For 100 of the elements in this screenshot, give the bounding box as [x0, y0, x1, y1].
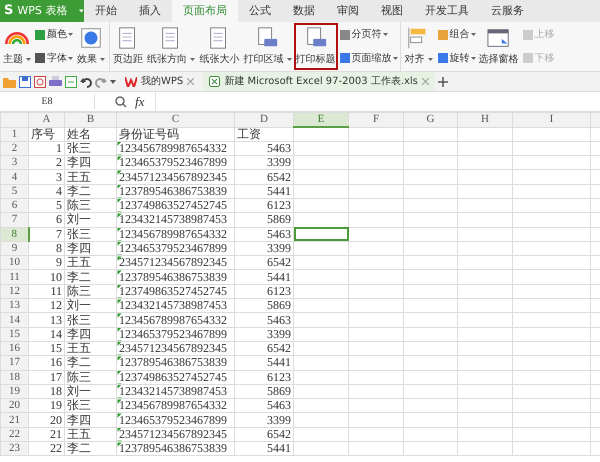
table-cell[interactable]: 5869: [234, 212, 294, 228]
caret-icon[interactable]: [110, 80, 116, 84]
selected-cell[interactable]: [294, 227, 348, 242]
table-cell[interactable]: 3399: [234, 156, 294, 170]
menu-tab[interactable]: 开发工具: [414, 0, 480, 22]
ribbon-button[interactable]: 分页符: [338, 27, 399, 42]
table-cell[interactable]: 123432145738987453: [116, 298, 234, 313]
table-cell[interactable]: 6: [28, 212, 64, 228]
row-header[interactable]: 2: [0, 141, 28, 156]
row-header[interactable]: 16: [0, 341, 28, 356]
table-cell[interactable]: 234571234567892345: [116, 256, 234, 270]
table-cell[interactable]: 18: [28, 384, 64, 399]
table-cell[interactable]: 22: [28, 442, 64, 456]
table-cell[interactable]: 6542: [234, 170, 294, 184]
close-icon[interactable]: [187, 78, 194, 85]
table-cell[interactable]: 5463: [234, 227, 294, 242]
row-header[interactable]: 3: [0, 156, 28, 170]
table-cell[interactable]: 4: [28, 184, 64, 198]
table-cell[interactable]: 123789546386753839: [116, 270, 234, 284]
table-cell[interactable]: 张三: [64, 398, 116, 413]
table-cell[interactable]: 123465379523467899: [116, 327, 234, 342]
table-cell[interactable]: 9: [28, 256, 64, 270]
table-cell[interactable]: 15: [28, 341, 64, 356]
caret-icon[interactable]: [79, 9, 84, 13]
ribbon-button[interactable]: 页边距: [111, 23, 146, 70]
add-icon[interactable]: [438, 76, 448, 86]
table-cell[interactable]: 5: [28, 198, 64, 213]
table-cell[interactable]: 5441: [234, 442, 294, 456]
table-cell[interactable]: 李二: [64, 356, 116, 370]
table-cell[interactable]: 5441: [234, 184, 294, 198]
table-cell[interactable]: 12: [28, 298, 64, 313]
table-cell[interactable]: 5869: [234, 298, 294, 313]
ribbon-button[interactable]: 纸张方向: [145, 23, 198, 70]
ribbon-button[interactable]: 效果: [74, 23, 108, 70]
document-tab[interactable]: 新建 Microsoft Excel 97-2003 工作表.xls: [203, 72, 435, 91]
table-cell[interactable]: 张三: [64, 141, 116, 156]
ribbon-button[interactable]: 旋转: [436, 50, 477, 66]
row-header[interactable]: 20: [0, 398, 28, 413]
table-cell[interactable]: 123749863527452745: [116, 198, 234, 213]
column-header[interactable]: H: [458, 112, 512, 127]
table-cell[interactable]: 11: [28, 284, 64, 299]
menu-tab[interactable]: 页面布局: [172, 0, 238, 22]
close-icon[interactable]: [422, 78, 429, 85]
table-cell[interactable]: 3399: [234, 327, 294, 342]
ribbon-button[interactable]: 对齐: [402, 23, 436, 70]
row-header[interactable]: 1: [0, 127, 28, 142]
table-cell[interactable]: 123432145738987453: [116, 384, 234, 399]
table-cell[interactable]: 1: [28, 141, 64, 156]
row-header[interactable]: 11: [0, 270, 28, 284]
table-cell[interactable]: 5463: [234, 312, 294, 328]
table-cell[interactable]: 3399: [234, 412, 294, 428]
table-cell[interactable]: 123465379523467899: [116, 241, 234, 256]
table-cell[interactable]: 李四: [64, 241, 116, 256]
table-cell[interactable]: 李二: [64, 270, 116, 284]
table-cell[interactable]: 6542: [234, 256, 294, 270]
menu-tab[interactable]: 视图: [370, 0, 414, 22]
table-cell[interactable]: 6542: [234, 427, 294, 442]
row-header[interactable]: 12: [0, 284, 28, 299]
ribbon-button[interactable]: 打印区域: [241, 23, 294, 70]
table-cell[interactable]: 123789546386753839: [116, 356, 234, 370]
column-header[interactable]: D: [234, 112, 294, 127]
menu-tab[interactable]: 数据: [282, 0, 326, 22]
menu-tab[interactable]: 开始: [84, 0, 128, 22]
row-header[interactable]: 19: [0, 384, 28, 399]
preview-icon[interactable]: [34, 76, 46, 88]
table-cell[interactable]: 19: [28, 398, 64, 413]
table-cell[interactable]: 8: [28, 241, 64, 256]
table-cell[interactable]: 王五: [64, 427, 116, 442]
table-cell[interactable]: 123789546386753839: [116, 442, 234, 456]
table-cell[interactable]: 2: [28, 156, 64, 170]
table-cell[interactable]: 5869: [234, 384, 294, 399]
column-header[interactable]: E: [294, 112, 348, 127]
row-header[interactable]: 6: [0, 198, 28, 213]
table-cell[interactable]: 张三: [64, 227, 116, 242]
menu-tab[interactable]: 公式: [238, 0, 282, 22]
table-cell[interactable]: 6123: [234, 198, 294, 213]
row-header[interactable]: 9: [0, 241, 28, 256]
table-cell[interactable]: 13: [28, 312, 64, 328]
table-cell[interactable]: 6123: [234, 370, 294, 384]
row-header[interactable]: 14: [0, 312, 28, 328]
table-cell[interactable]: 20: [28, 412, 64, 428]
table-cell[interactable]: 6123: [234, 284, 294, 299]
table-cell[interactable]: 李二: [64, 184, 116, 198]
menu-tab[interactable]: 云服务: [480, 0, 535, 22]
row-header[interactable]: 8: [0, 227, 28, 242]
table-cell[interactable]: 5463: [234, 141, 294, 156]
row-header[interactable]: 21: [0, 412, 28, 428]
table-cell[interactable]: 17: [28, 370, 64, 384]
table-cell[interactable]: 王五: [64, 341, 116, 356]
table-cell[interactable]: 123749863527452745: [116, 370, 234, 384]
row-header[interactable]: 15: [0, 327, 28, 342]
table-cell[interactable]: 123465379523467899: [116, 156, 234, 170]
table-cell[interactable]: 21: [28, 427, 64, 442]
table-cell[interactable]: 123456789987654332: [116, 312, 234, 328]
table-cell[interactable]: 陈三: [64, 198, 116, 213]
table-cell[interactable]: 李四: [64, 412, 116, 428]
row-header[interactable]: 5: [0, 184, 28, 198]
table-cell[interactable]: 工资: [234, 127, 294, 142]
column-header[interactable]: F: [348, 112, 404, 127]
table-cell[interactable]: 5441: [234, 356, 294, 370]
